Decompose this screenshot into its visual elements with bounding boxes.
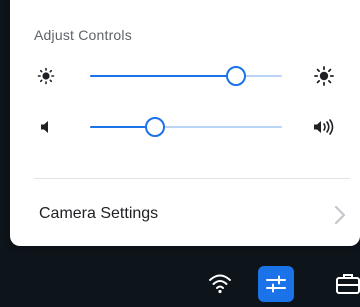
camera-settings-label: Camera Settings: [39, 205, 159, 222]
adjust-controls-panel: Adjust Controls Camera Settings: [10, 0, 360, 246]
wifi-icon[interactable]: [202, 266, 238, 302]
camera-settings-button[interactable]: Camera Settings: [10, 192, 360, 238]
brightness-high-icon: [314, 66, 334, 86]
volume-slider[interactable]: [90, 117, 282, 137]
adjust-controls-tray-button[interactable]: [258, 266, 294, 302]
volume-slider-thumb[interactable]: [145, 117, 166, 137]
brightness-slider-thumb[interactable]: [225, 66, 246, 86]
brightness-low-icon: [37, 67, 55, 85]
brightness-slider[interactable]: [90, 66, 282, 86]
divider: [34, 178, 350, 179]
briefcase-icon[interactable]: [330, 266, 360, 302]
volume-high-icon: [314, 119, 334, 135]
brightness-track-fill: [90, 75, 236, 77]
adjust-controls-icon: [266, 275, 286, 293]
volume-low-icon: [41, 121, 48, 133]
panel-title: Adjust Controls: [34, 27, 132, 43]
chevron-right-icon: [334, 205, 346, 225]
